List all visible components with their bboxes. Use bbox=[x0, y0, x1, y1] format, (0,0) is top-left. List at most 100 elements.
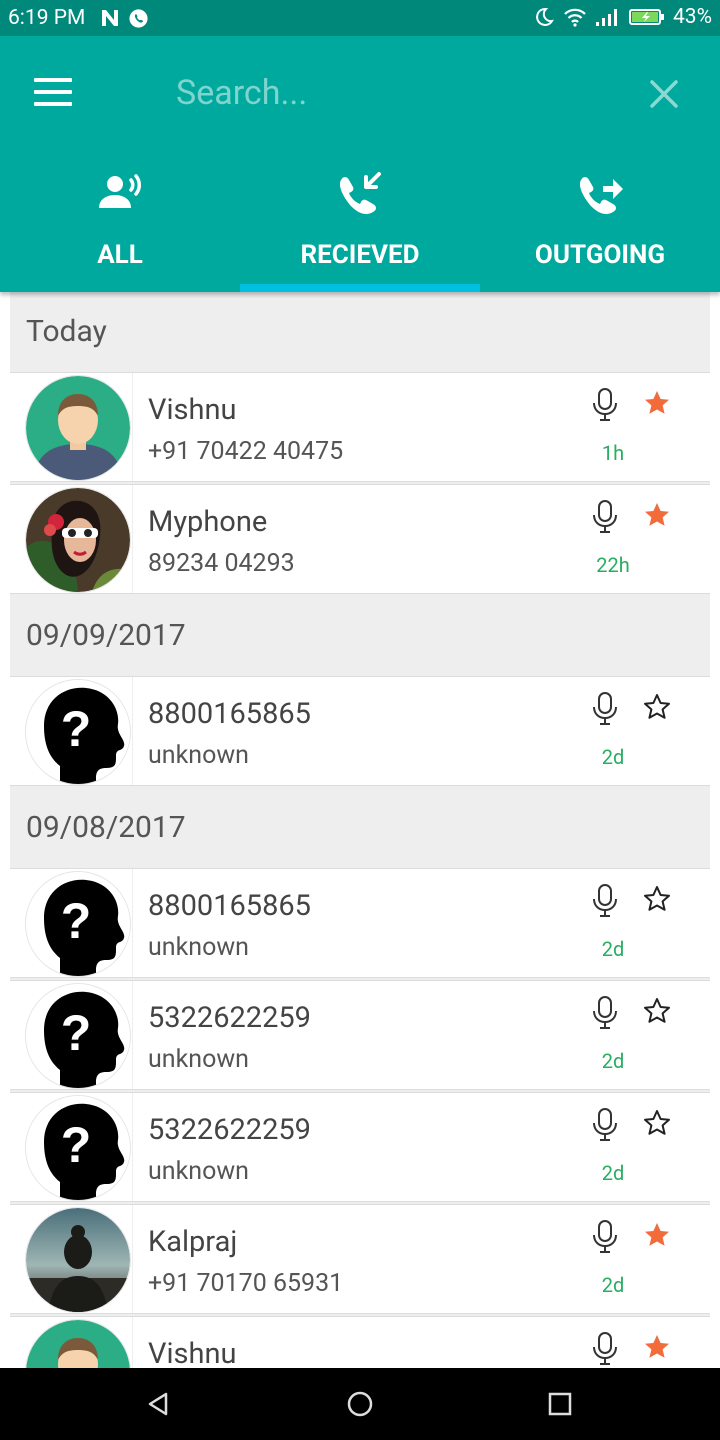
call-time-ago: 22h bbox=[596, 553, 630, 577]
contact-number: unknown bbox=[148, 933, 249, 962]
call-tabs: ALL RECIEVED OUTGOING bbox=[0, 156, 720, 292]
contact-avatar bbox=[26, 488, 130, 592]
menu-icon-line bbox=[34, 102, 72, 106]
contact-name: Myphone bbox=[148, 505, 268, 539]
battery-charging-icon bbox=[629, 9, 664, 25]
call-time-ago: 2d bbox=[601, 1161, 625, 1185]
tab-outgoing[interactable]: OUTGOING bbox=[480, 156, 720, 292]
contact-name: 5322622259 bbox=[148, 1001, 311, 1035]
battery-percent: 43% bbox=[673, 5, 712, 29]
recording-mic-icon[interactable] bbox=[590, 1219, 620, 1255]
date-section-header: Today bbox=[10, 292, 710, 372]
contact-name: 8800165865 bbox=[148, 889, 311, 923]
call-log-item[interactable]: Kalpraj +91 70170 65931 2d bbox=[10, 1204, 710, 1314]
call-time-ago: 2d bbox=[601, 1049, 625, 1073]
divider bbox=[132, 1093, 133, 1201]
contact-name: Kalpraj bbox=[148, 1225, 238, 1259]
call-log-item[interactable]: Myphone 89234 04293 22h bbox=[10, 484, 710, 594]
divider bbox=[132, 373, 133, 481]
contact-number: +91 70422 40475 bbox=[148, 437, 344, 466]
status-time: 6:19 PM bbox=[8, 6, 86, 30]
contact-number: unknown bbox=[148, 741, 249, 770]
close-icon[interactable] bbox=[646, 76, 682, 112]
call-log-item[interactable]: Vishnu bbox=[10, 1316, 710, 1368]
divider bbox=[132, 869, 133, 977]
recording-mic-icon[interactable] bbox=[590, 1331, 620, 1367]
status-bar: 6:19 PM 43% bbox=[0, 0, 720, 36]
contact-number: 89234 04293 bbox=[148, 549, 295, 578]
svg-text:?: ? bbox=[61, 893, 92, 949]
star-filled-icon[interactable] bbox=[642, 389, 672, 419]
call-time-ago: 2d bbox=[601, 937, 625, 961]
tab-recieved[interactable]: RECIEVED bbox=[240, 156, 480, 292]
home-icon[interactable] bbox=[342, 1386, 378, 1422]
menu-icon-line bbox=[34, 78, 72, 82]
contact-number: unknown bbox=[148, 1045, 249, 1074]
contact-avatar: ? bbox=[26, 984, 130, 1088]
back-icon[interactable] bbox=[140, 1386, 176, 1422]
call-time-ago: 2d bbox=[601, 1273, 625, 1297]
recents-icon[interactable] bbox=[542, 1386, 578, 1422]
contact-name: 5322622259 bbox=[148, 1113, 311, 1147]
contact-avatar: ? bbox=[26, 1096, 130, 1200]
star-outline-icon[interactable] bbox=[642, 693, 672, 723]
voice-user-icon bbox=[99, 174, 141, 208]
menu-icon-line bbox=[34, 90, 72, 94]
status-icons: 43% bbox=[533, 5, 712, 29]
call-log-item[interactable]: ? 8800165865 unknown 2d bbox=[10, 868, 710, 978]
call-list[interactable]: Today Vishnu +91 70422 40475 1h Myphone 89234… bbox=[10, 292, 710, 1368]
contact-avatar: ? bbox=[26, 680, 130, 784]
call-log-item[interactable]: ? 5322622259 unknown 2d bbox=[10, 980, 710, 1090]
contact-avatar bbox=[26, 376, 130, 480]
recording-mic-icon[interactable] bbox=[590, 1107, 620, 1143]
app-header: ALL RECIEVED OUTGOING bbox=[0, 36, 720, 292]
svg-text:?: ? bbox=[61, 1117, 92, 1173]
star-filled-icon[interactable] bbox=[642, 1221, 672, 1251]
call-time-ago: 1h bbox=[601, 441, 625, 465]
divider bbox=[132, 1317, 133, 1368]
divider bbox=[132, 1205, 133, 1313]
recording-mic-icon[interactable] bbox=[590, 995, 620, 1031]
call-log-item[interactable]: ? 8800165865 unknown 2d bbox=[10, 676, 710, 786]
notification-n-icon bbox=[102, 10, 118, 26]
whatsapp-icon bbox=[129, 9, 148, 28]
recording-mic-icon[interactable] bbox=[590, 883, 620, 919]
contact-name: Vishnu bbox=[148, 1337, 237, 1368]
search-input[interactable] bbox=[176, 68, 596, 118]
menu-button[interactable] bbox=[34, 78, 78, 110]
star-filled-icon[interactable] bbox=[642, 1333, 672, 1363]
divider bbox=[132, 981, 133, 1089]
call-log-item[interactable]: Vishnu +91 70422 40475 1h bbox=[10, 372, 710, 482]
outgoing-call-icon bbox=[579, 177, 623, 215]
svg-text:?: ? bbox=[61, 1005, 92, 1061]
star-outline-icon[interactable] bbox=[642, 1109, 672, 1139]
tab-outgoing-label: OUTGOING bbox=[534, 240, 666, 270]
recording-mic-icon[interactable] bbox=[590, 387, 620, 423]
call-log-item[interactable]: ? 5322622259 unknown 2d bbox=[10, 1092, 710, 1202]
star-outline-icon[interactable] bbox=[642, 997, 672, 1027]
system-nav-bar bbox=[0, 1368, 720, 1440]
svg-text:?: ? bbox=[61, 701, 92, 757]
contact-number: unknown bbox=[148, 1157, 249, 1186]
do-not-disturb-moon-icon bbox=[536, 7, 554, 26]
star-filled-icon[interactable] bbox=[642, 501, 672, 531]
contact-number: +91 70170 65931 bbox=[148, 1269, 344, 1298]
contact-name: Vishnu bbox=[148, 393, 237, 427]
wifi-icon bbox=[564, 8, 586, 27]
contact-avatar bbox=[26, 1320, 130, 1368]
recording-mic-icon[interactable] bbox=[590, 691, 620, 727]
signal-icon bbox=[596, 9, 617, 26]
tab-all[interactable]: ALL bbox=[0, 156, 240, 292]
contact-name: 8800165865 bbox=[148, 697, 311, 731]
divider bbox=[132, 677, 133, 785]
contact-avatar bbox=[26, 1208, 130, 1312]
tab-all-label: ALL bbox=[97, 240, 143, 270]
incoming-call-icon bbox=[339, 172, 381, 215]
contact-avatar: ? bbox=[26, 872, 130, 976]
star-outline-icon[interactable] bbox=[642, 885, 672, 915]
recording-mic-icon[interactable] bbox=[590, 499, 620, 535]
tab-recieved-label: RECIEVED bbox=[300, 240, 420, 270]
active-tab-indicator bbox=[240, 284, 480, 292]
date-section-header: 09/09/2017 bbox=[10, 596, 710, 676]
divider bbox=[132, 485, 133, 593]
